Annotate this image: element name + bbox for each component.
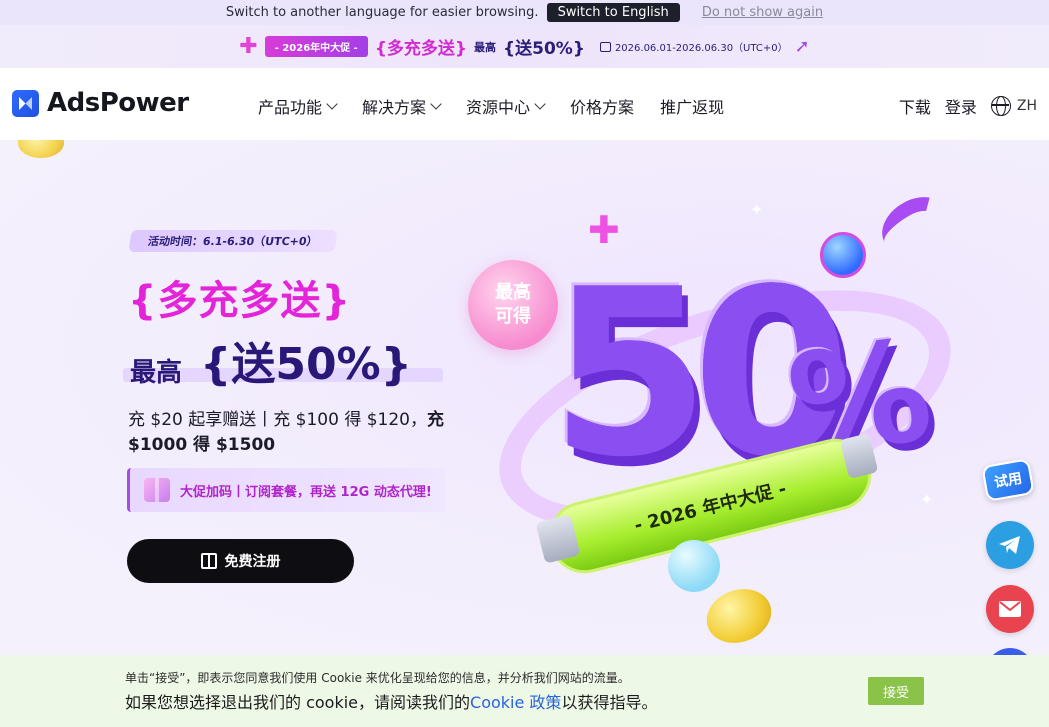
promo-max-label: 最高	[474, 40, 497, 54]
mail-icon	[999, 601, 1021, 617]
gold-coin-decoration	[699, 580, 779, 652]
cookie-optout-text: 如果您想选择退出我们的 cookie，请阅读我们的Cookie 政策以获得指导。	[125, 689, 657, 713]
brand-name: AdsPower	[47, 88, 189, 118]
chevron-down-icon	[326, 98, 338, 110]
email-float-button[interactable]	[986, 585, 1034, 633]
star-sparkle-icon: ✦	[750, 200, 764, 219]
nav-item-pricing[interactable]: 价格方案	[570, 94, 634, 118]
event-time-badge: 活动时间：6.1-6.30（UTC+0）	[128, 230, 338, 252]
language-suggestion-bar: Switch to another language for easier br…	[0, 0, 1049, 25]
nav-item-resources[interactable]: 资源中心	[466, 94, 546, 118]
max-bubble: 最高 可得	[468, 260, 558, 350]
main-nav: 产品功能 解决方案 资源中心 价格方案 推广返现	[258, 94, 724, 118]
free-signup-button[interactable]: 免费注册	[127, 539, 354, 583]
cookie-optout-after: 以获得指导。	[561, 693, 658, 712]
promo-bonus: {送50%}	[503, 39, 585, 59]
nav-label: 推广返现	[660, 98, 725, 117]
tube-text: - 2026 年中大促 -	[632, 478, 789, 537]
promo-date: 2026.06.01-2026.06.30（UTC+0）	[599, 39, 788, 54]
cookie-policy-link[interactable]: Cookie 政策	[470, 693, 561, 712]
language-suggestion-message: Switch to another language for easier br…	[225, 5, 539, 20]
telegram-float-button[interactable]	[986, 521, 1034, 569]
nav-label: 价格方案	[570, 98, 635, 117]
chevron-down-icon	[534, 98, 546, 110]
gift-promo-box: 大促加码丨订阅套餐，再送 12G 动态代理!	[127, 468, 445, 512]
site-header: AdsPower 产品功能 解决方案 资源中心 价格方案 推广返现 下载 登录 …	[0, 68, 1049, 140]
nav-label: 资源中心	[466, 98, 531, 117]
cookie-consent-banner: 单击“接受”，即表示您同意我们使用 Cookie 来优化呈现给您的信息，并分析我…	[0, 655, 1049, 727]
download-link[interactable]: 下载	[899, 94, 931, 118]
globe-icon	[990, 96, 1011, 116]
nav-item-product[interactable]: 产品功能	[258, 94, 338, 118]
nav-label: 解决方案	[362, 98, 427, 117]
adspower-logo-icon	[12, 89, 39, 117]
hero-illustration: ✚ 50 % 最高 可得 - 2026 年中大促 - ✦ ✦	[450, 180, 980, 652]
telegram-icon	[999, 536, 1020, 554]
do-not-show-again-link[interactable]: Do not show again	[702, 5, 823, 20]
glass-orb-decoration	[668, 540, 720, 592]
language-selector[interactable]: ZH	[990, 96, 1037, 116]
up-arrow-decoration	[872, 185, 958, 265]
bubble-line2: 可得	[495, 306, 531, 327]
switch-to-english-button[interactable]: Switch to English	[546, 3, 680, 22]
promo-date-text: 2026.06.01-2026.06.30（UTC+0）	[614, 43, 788, 54]
bubble-line1: 最高	[495, 282, 531, 303]
gift-icon	[144, 478, 170, 502]
hero-section: 活动时间：6.1-6.30（UTC+0） {多充多送} 最高 {送50%} 充 …	[0, 140, 1049, 655]
brand-logo[interactable]: AdsPower	[12, 88, 189, 118]
cookie-optout-before: 如果您想选择退出我们的 cookie，请阅读我们的	[125, 693, 471, 712]
gold-coin-decoration	[18, 140, 64, 158]
hero-description: 充 $20 起享赠送丨充 $100 得 $120，充 $1000 得 $1500	[128, 408, 448, 458]
hero-desc-part1: 充 $20 起享赠送丨充 $100 得 $120，	[128, 410, 427, 430]
chevron-down-icon	[430, 98, 442, 110]
login-link[interactable]: 登录	[945, 94, 977, 118]
arrow-icon: ➚	[794, 36, 810, 57]
language-code: ZH	[1016, 98, 1037, 114]
sparkle-icon: ✚	[239, 34, 258, 59]
gift-promo-text: 大促加码丨订阅套餐，再送 12G 动态代理!	[180, 484, 432, 500]
free-signup-label: 免费注册	[224, 554, 281, 570]
calendar-icon	[599, 41, 611, 52]
nav-item-solutions[interactable]: 解决方案	[362, 94, 442, 118]
nav-item-affiliate[interactable]: 推广返现	[660, 94, 724, 118]
hero-headline: {多充多送}	[128, 278, 351, 324]
hero-headline-bonus: {送50%}	[200, 339, 412, 390]
star-sparkle-icon: ✦	[920, 490, 934, 509]
promo-banner-strip[interactable]: ✚ - 2026年中大促 - {多充多送} 最高 {送50%} 2026.06.…	[0, 25, 1049, 68]
promo-title: {多充多送}	[374, 39, 468, 59]
nav-label: 产品功能	[258, 98, 323, 117]
gift-icon	[200, 553, 217, 569]
cookie-accept-button[interactable]: 接受	[868, 677, 924, 705]
promo-pill: - 2026年中大促 -	[264, 36, 368, 57]
cookie-consent-text: 单击“接受”，即表示您同意我们使用 Cookie 来优化呈现给您的信息，并分析我…	[125, 671, 630, 685]
header-actions: 下载 登录 ZH	[899, 94, 1037, 118]
hero-max-label: 最高	[130, 358, 183, 388]
